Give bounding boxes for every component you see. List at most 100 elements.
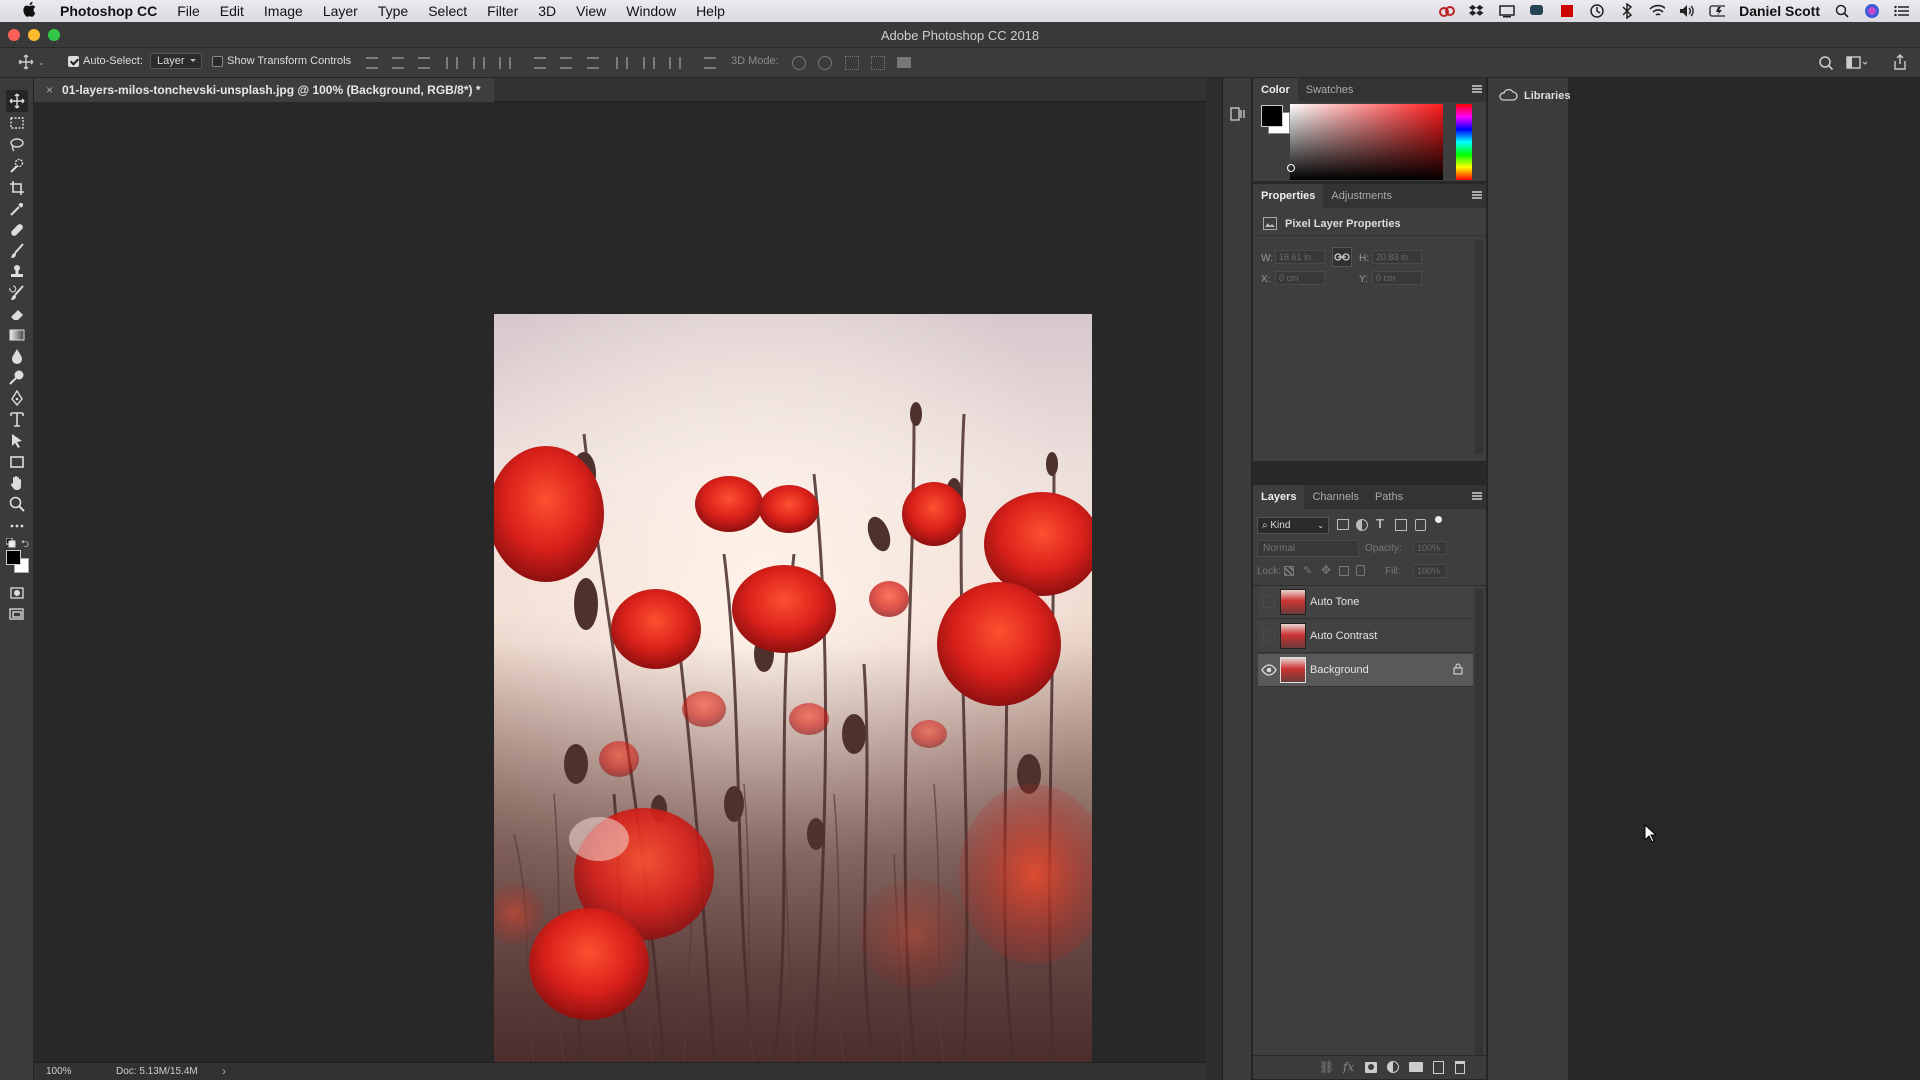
x-field[interactable]: 0 cm — [1275, 271, 1325, 285]
apple-icon[interactable] — [18, 1, 40, 21]
align-right-icon[interactable] — [499, 57, 511, 69]
search-icon[interactable] — [1818, 55, 1834, 74]
crop-tool[interactable] — [6, 177, 28, 199]
marquee-tool[interactable] — [6, 112, 28, 134]
menu-edit[interactable]: Edit — [210, 3, 254, 19]
new-group-folder-icon[interactable] — [1409, 1062, 1423, 1072]
layer-row-background[interactable]: Background — [1258, 654, 1473, 687]
dropbox-icon[interactable] — [1469, 3, 1485, 19]
auto-select-check[interactable] — [68, 55, 79, 67]
record-icon[interactable] — [1559, 3, 1575, 19]
3d-rotate-icon[interactable] — [792, 56, 806, 70]
align-horizontal-center-icon[interactable] — [473, 57, 485, 69]
blur-tool[interactable] — [6, 345, 28, 367]
tab-properties[interactable]: Properties — [1253, 184, 1324, 208]
battery-icon[interactable] — [1709, 3, 1726, 19]
auto-select-value[interactable]: Layer — [150, 53, 202, 69]
history-brush-tool[interactable] — [6, 282, 28, 304]
eyedropper-tool[interactable] — [6, 198, 28, 220]
layers-scrollbar[interactable] — [1475, 589, 1483, 1064]
menu-view[interactable]: View — [566, 3, 616, 19]
color-panel-foreground-swatch[interactable] — [1261, 105, 1283, 127]
swap-colors-icon[interactable]: ⮌ — [21, 537, 29, 554]
quick-selection-tool[interactable] — [6, 155, 28, 177]
add-mask-icon[interactable] — [1365, 1062, 1377, 1073]
show-transform-controls[interactable]: Show Transform Controls — [212, 55, 351, 67]
color-field[interactable] — [1287, 104, 1443, 180]
move-tool[interactable] — [6, 90, 28, 112]
healing-brush-tool[interactable] — [6, 219, 28, 241]
messages-icon[interactable] — [1529, 3, 1545, 19]
3d-pan-icon[interactable] — [845, 56, 859, 70]
lock-icon[interactable] — [1453, 663, 1463, 675]
dodge-tool[interactable] — [6, 366, 28, 388]
filter-type-icon[interactable]: T — [1376, 516, 1384, 531]
move-tool-preset[interactable]: ⌄ — [18, 54, 45, 70]
3d-scale-icon[interactable] — [897, 57, 911, 68]
screen-icon[interactable] — [1499, 3, 1515, 19]
tab-adjustments[interactable]: Adjustments — [1323, 184, 1400, 208]
layer-name[interactable]: Auto Contrast — [1310, 630, 1377, 642]
layer-style-fx-icon[interactable]: fx — [1343, 1060, 1354, 1074]
layer-row-auto-contrast[interactable]: Auto Contrast — [1258, 620, 1473, 653]
tab-paths[interactable]: Paths — [1367, 485, 1411, 509]
distribute-left-icon[interactable] — [616, 57, 628, 69]
lock-all-icon[interactable] — [1356, 565, 1365, 576]
hue-slider[interactable] — [1456, 104, 1472, 180]
zoom-level[interactable]: 100% — [46, 1066, 72, 1077]
path-selection-tool[interactable] — [6, 430, 28, 452]
layer-visibility-toggle[interactable] — [1261, 628, 1277, 644]
document-image[interactable] — [494, 314, 1092, 1062]
align-bottom-icon[interactable] — [418, 57, 430, 69]
more-tools[interactable] — [6, 515, 28, 537]
menu-window[interactable]: Window — [616, 3, 686, 19]
filter-pixel-icon[interactable] — [1337, 519, 1349, 530]
status-menu-arrow-icon[interactable]: › — [222, 1064, 226, 1078]
layer-filter-kind[interactable]: ⌕ Kind ⌄ — [1257, 517, 1329, 534]
align-vertical-center-icon[interactable] — [392, 57, 404, 69]
3d-slide-icon[interactable] — [871, 56, 885, 70]
color-picker-cursor[interactable] — [1287, 164, 1295, 172]
panel-menu-icon[interactable] — [1472, 492, 1482, 500]
eye-icon[interactable] — [1261, 662, 1277, 678]
brush-tool[interactable] — [6, 240, 28, 262]
delete-layer-trash-icon[interactable] — [1455, 1061, 1465, 1074]
blend-mode-select[interactable]: Normal — [1257, 540, 1359, 557]
show-transform-check[interactable] — [212, 55, 223, 67]
tab-swatches[interactable]: Swatches — [1298, 78, 1362, 102]
tab-layers[interactable]: Layers — [1253, 485, 1305, 509]
fill-field[interactable]: 100% — [1413, 564, 1447, 578]
height-field[interactable]: 20.83 in — [1372, 250, 1422, 264]
close-tab-icon[interactable]: × — [46, 83, 53, 97]
menu-filter[interactable]: Filter — [477, 3, 528, 19]
menu-3d[interactable]: 3D — [528, 3, 566, 19]
lasso-tool[interactable] — [6, 134, 28, 156]
type-tool[interactable] — [6, 408, 28, 430]
align-top-icon[interactable] — [366, 57, 378, 69]
link-layers-icon[interactable]: ⛓ — [1319, 1060, 1334, 1074]
align-left-icon[interactable] — [446, 57, 458, 69]
link-dimensions-button[interactable] — [1332, 247, 1352, 267]
tab-color[interactable]: Color — [1253, 78, 1298, 102]
layer-row-auto-tone[interactable]: Auto Tone — [1258, 586, 1473, 619]
opacity-field[interactable]: 100% — [1413, 541, 1447, 555]
foreground-color-swatch[interactable] — [6, 550, 21, 565]
menu-select[interactable]: Select — [418, 3, 477, 19]
filter-smart-object-icon[interactable] — [1415, 519, 1426, 531]
auto-align-icon[interactable] — [704, 57, 716, 69]
panel-menu-icon[interactable] — [1472, 85, 1482, 93]
clone-stamp-tool[interactable] — [6, 261, 28, 283]
document-tab[interactable]: × 01-layers-milos-tonchevski-unsplash.jp… — [34, 78, 494, 102]
menu-help[interactable]: Help — [686, 3, 735, 19]
filter-toggle-icon[interactable] — [1435, 516, 1442, 523]
new-adjustment-layer-icon[interactable] — [1387, 1061, 1399, 1073]
lock-transparent-icon[interactable] — [1284, 566, 1294, 576]
history-panel-icon[interactable] — [1230, 106, 1246, 127]
libraries-header[interactable]: Libraries — [1488, 86, 1570, 106]
pen-tool[interactable] — [6, 387, 28, 409]
canvas-area[interactable] — [34, 102, 1206, 1062]
default-colors-icon[interactable] — [5, 537, 16, 548]
bluetooth-icon[interactable] — [1619, 3, 1635, 19]
distribute-top-icon[interactable] — [534, 57, 546, 69]
wifi-icon[interactable] — [1649, 3, 1666, 19]
